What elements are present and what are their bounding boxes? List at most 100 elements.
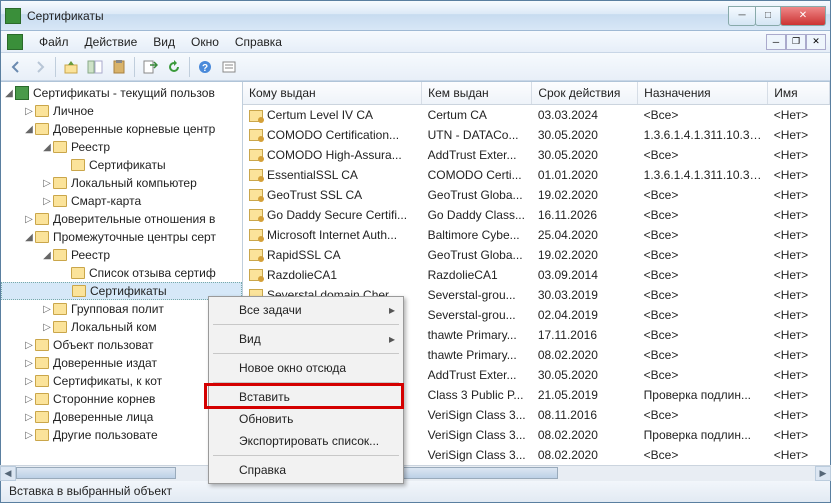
table-row[interactable]: EssentialSSL CACOMODO Certi...01.01.2020…	[243, 165, 830, 185]
tree-item[interactable]: ▷Локальный ком	[1, 318, 242, 336]
tree-item[interactable]: Сертификаты	[1, 156, 242, 174]
expander-icon[interactable]: ▷	[23, 430, 35, 441]
mdi-minimize-button[interactable]: ─	[766, 34, 786, 50]
show-tree-button[interactable]	[84, 56, 106, 78]
table-row[interactable]: Microsoft Internet Auth...Baltimore Cybe…	[243, 225, 830, 245]
mdi-restore-button[interactable]: ❐	[786, 34, 806, 50]
expander-icon[interactable]: ▷	[23, 106, 35, 117]
table-cell: Baltimore Cybe...	[422, 225, 532, 245]
expander-icon[interactable]: ◢	[41, 142, 53, 153]
mdi-close-button[interactable]: ✕	[806, 34, 826, 50]
minimize-button[interactable]: ─	[728, 6, 756, 26]
tree-root[interactable]: ◢ Сертификаты - текущий пользов	[1, 84, 242, 102]
expander-icon[interactable]: ▷	[41, 196, 53, 207]
close-button[interactable]: ✕	[780, 6, 826, 26]
context-menu-item[interactable]: Новое окно отсюда	[211, 357, 401, 379]
tree-pane[interactable]: ◢ Сертификаты - текущий пользов ▷Личное◢…	[1, 82, 243, 480]
tree-hscrollbar[interactable]: ◀ ▶	[0, 465, 242, 481]
tree-item[interactable]: ▷Сертификаты, к кот	[1, 372, 242, 390]
maximize-button[interactable]: □	[755, 6, 781, 26]
column-headers[interactable]: Кому выданКем выданСрок действияНазначен…	[243, 82, 830, 105]
table-cell: <Нет>	[768, 265, 830, 285]
context-menu[interactable]: Все задачи Вид Новое окно отсюда ВставитьОб…	[208, 296, 404, 484]
certificate-icon	[249, 169, 263, 181]
menu-вид[interactable]: Вид	[145, 33, 183, 51]
menu-справка[interactable]: Справка	[227, 33, 290, 51]
table-row[interactable]: GeoTrust SSL CAGeoTrust Globa...19.02.20…	[243, 185, 830, 205]
tree-item[interactable]: Список отзыва сертиф	[1, 264, 242, 282]
content-area: ◢ Сертификаты - текущий пользов ▷Личное◢…	[1, 81, 830, 480]
context-menu-item[interactable]: Экспортировать список...	[211, 430, 401, 452]
tree-item[interactable]: ▷Сторонние корнев	[1, 390, 242, 408]
context-menu-item[interactable]: Вид	[211, 328, 401, 350]
table-row[interactable]: Certum Level IV CACertum CA03.03.2024<Вс…	[243, 105, 830, 125]
table-row[interactable]: RapidSSL CAGeoTrust Globa...19.02.2020<В…	[243, 245, 830, 265]
help-button[interactable]: ?	[194, 56, 216, 78]
expander-icon[interactable]: ▷	[23, 412, 35, 423]
table-cell: 17.11.2016	[532, 325, 638, 345]
tree-item[interactable]: ▷Другие пользовате	[1, 426, 242, 444]
tree-item[interactable]: ◢Реестр	[1, 246, 242, 264]
expander-icon[interactable]: ▷	[23, 214, 35, 225]
column-header[interactable]: Имя	[768, 82, 830, 105]
forward-button[interactable]	[29, 56, 51, 78]
tree-item-label: Доверительные отношения в	[53, 212, 215, 226]
expander-icon[interactable]: ▷	[23, 376, 35, 387]
tree-item[interactable]: ▷Объект пользоват	[1, 336, 242, 354]
refresh-button[interactable]	[163, 56, 185, 78]
tree-item[interactable]: Сертификаты	[1, 282, 242, 300]
tree-item[interactable]: ▷Групповая полит	[1, 300, 242, 318]
tree-item[interactable]: ◢Доверенные корневые центр	[1, 120, 242, 138]
scroll-thumb[interactable]	[16, 467, 176, 479]
table-row[interactable]: RazdolieCA1RazdolieCA103.09.2014<Все><Не…	[243, 265, 830, 285]
table-cell: <Нет>	[768, 305, 830, 325]
tree-item[interactable]: ▷ Доверительные отношения в	[1, 210, 242, 228]
expander-icon[interactable]: ◢	[3, 88, 15, 99]
tree-item[interactable]: ▷Личное	[1, 102, 242, 120]
table-cell: thawte Primary...	[422, 345, 532, 365]
tree-item[interactable]: ◢Реестр	[1, 138, 242, 156]
table-cell: <Все>	[638, 245, 768, 265]
expander-icon[interactable]: ▷	[41, 178, 53, 189]
context-menu-item[interactable]: Вставить	[211, 386, 401, 408]
menu-окно[interactable]: Окно	[183, 33, 227, 51]
column-header[interactable]: Назначения	[638, 82, 768, 105]
column-header[interactable]: Кем выдан	[422, 82, 532, 105]
expander-icon[interactable]: ▷	[23, 340, 35, 351]
expander-icon[interactable]: ◢	[41, 250, 53, 261]
paste-button[interactable]	[108, 56, 130, 78]
scroll-right-icon[interactable]: ▶	[815, 466, 831, 481]
export-button[interactable]	[139, 56, 161, 78]
expander-icon[interactable]: ▷	[23, 358, 35, 369]
expander-icon[interactable]: ▷	[41, 304, 53, 315]
table-row[interactable]: COMODO High-Assura...AddTrust Exter...30…	[243, 145, 830, 165]
table-cell: 30.05.2020	[532, 125, 638, 145]
menu-действие[interactable]: Действие	[77, 33, 146, 51]
scroll-left-icon[interactable]: ◀	[0, 466, 16, 481]
context-menu-item[interactable]: Справка	[211, 459, 401, 481]
expander-icon[interactable]: ◢	[23, 232, 35, 243]
table-row[interactable]: Go Daddy Secure Certifi...Go Daddy Class…	[243, 205, 830, 225]
tree-item[interactable]: ▷Доверенные издат	[1, 354, 242, 372]
context-menu-item[interactable]: Обновить	[211, 408, 401, 430]
table-cell: <Нет>	[768, 425, 830, 445]
tree-item[interactable]: ▷Доверенные лица	[1, 408, 242, 426]
folder-icon	[35, 357, 49, 369]
tree-item[interactable]: ▷Локальный компьютер	[1, 174, 242, 192]
tree-item[interactable]: ▷Смарт-карта	[1, 192, 242, 210]
menu-файл[interactable]: Файл	[31, 33, 77, 51]
expander-icon[interactable]: ◢	[23, 124, 35, 135]
table-cell: RazdolieCA1	[422, 265, 532, 285]
back-button[interactable]	[5, 56, 27, 78]
tree-item[interactable]: ◢Промежуточные центры серт	[1, 228, 242, 246]
column-header[interactable]: Кому выдан	[243, 82, 422, 105]
expander-icon[interactable]: ▷	[41, 322, 53, 333]
up-button[interactable]	[60, 56, 82, 78]
context-menu-item[interactable]: Все задачи	[211, 299, 401, 321]
column-header[interactable]: Срок действия	[532, 82, 638, 105]
titlebar[interactable]: Сертификаты ─ □ ✕	[1, 1, 830, 31]
table-row[interactable]: COMODO Certification...UTN - DATACo...30…	[243, 125, 830, 145]
options-button[interactable]	[218, 56, 240, 78]
expander-icon[interactable]: ▷	[23, 394, 35, 405]
table-cell: <Нет>	[768, 185, 830, 205]
